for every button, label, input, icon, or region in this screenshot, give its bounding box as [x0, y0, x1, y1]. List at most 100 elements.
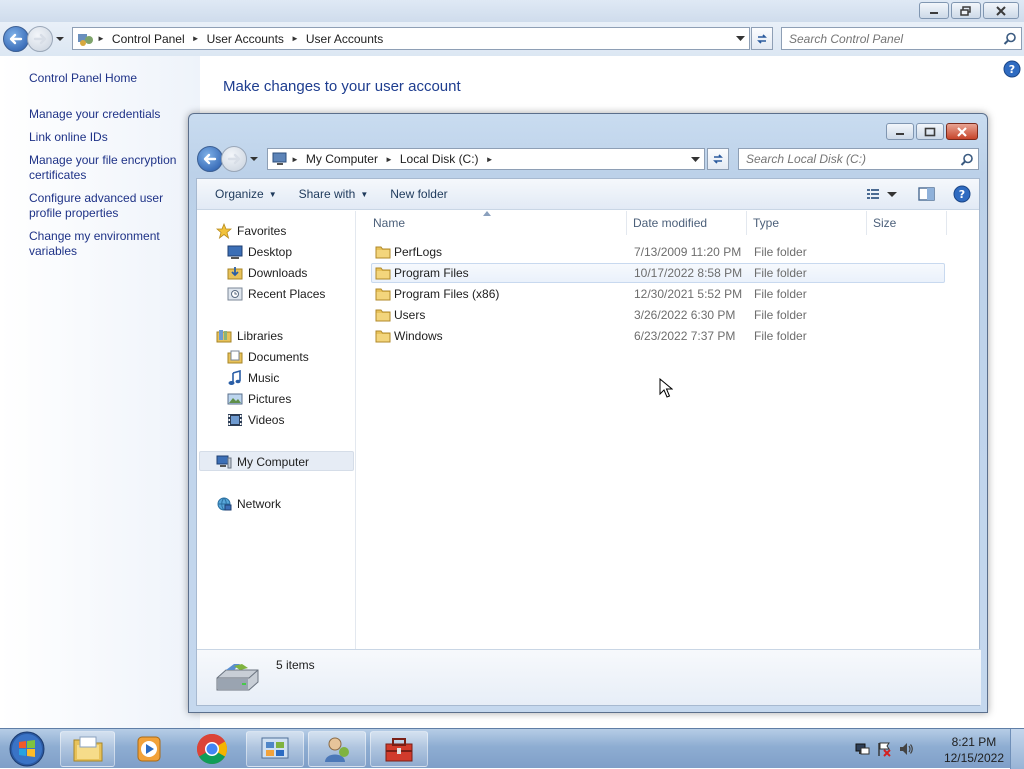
taskbar-clock[interactable]: 8:21 PM 12/15/2022 — [944, 734, 1004, 766]
nav-downloads-label: Downloads — [248, 265, 308, 280]
column-header-type[interactable]: Type — [747, 211, 867, 235]
nav-libraries[interactable]: Libraries — [216, 326, 283, 345]
share-with-button[interactable]: Share with ▼ — [288, 187, 380, 201]
help-icon[interactable]: ? — [1003, 60, 1021, 78]
recent-pages-dropdown-icon[interactable] — [55, 35, 65, 43]
file-name: Program Files — [394, 266, 469, 280]
ex-close-button[interactable] — [946, 123, 978, 140]
cp-search-input[interactable] — [789, 31, 1021, 46]
explorer-body: Organize ▼ Share with ▼ New folder ? Fav… — [196, 178, 981, 706]
cp-search-box[interactable] — [781, 27, 1022, 50]
taskbar-explorer[interactable] — [60, 731, 115, 767]
computer-icon — [272, 152, 287, 165]
ex-forward-button[interactable] — [221, 146, 247, 172]
clock-date: 12/15/2022 — [943, 751, 1004, 765]
ex-address-bar[interactable]: ► My Computer ► Local Disk (C:) ► — [267, 148, 705, 170]
new-folder-button[interactable]: New folder — [379, 187, 458, 201]
nav-downloads[interactable]: Downloads — [227, 263, 307, 282]
nav-videos-label: Videos — [248, 412, 285, 427]
forward-arrow-icon — [227, 153, 241, 165]
show-desktop-button[interactable] — [1010, 729, 1024, 769]
nav-pictures[interactable]: Pictures — [227, 389, 291, 408]
close-icon — [957, 126, 967, 137]
recent-pages-dropdown-icon[interactable] — [249, 155, 259, 163]
nav-desktop[interactable]: Desktop — [227, 242, 292, 261]
organize-button[interactable]: Organize ▼ — [204, 187, 288, 201]
link-environment-variables[interactable]: Change my environment variables — [29, 229, 189, 259]
forward-arrow-icon — [33, 33, 47, 45]
ex-minimize-button[interactable] — [886, 123, 914, 140]
taskbar-chrome[interactable] — [184, 731, 239, 767]
cp-refresh-button[interactable] — [751, 27, 773, 50]
cp-restore-button[interactable] — [951, 2, 981, 19]
file-row-hovered[interactable]: Program Files 10/17/2022 8:58 PM File fo… — [371, 263, 945, 283]
breadcrumb-user-accounts-current[interactable]: User Accounts — [301, 32, 388, 46]
search-icon[interactable] — [960, 153, 974, 167]
link-online-ids[interactable]: Link online IDs — [29, 130, 189, 145]
nav-recent-places[interactable]: Recent Places — [227, 284, 325, 303]
taskbar-toolbox[interactable] — [370, 731, 428, 767]
cp-address-bar[interactable]: ► Control Panel ► User Accounts ► User A… — [72, 27, 750, 50]
ex-search-box[interactable] — [738, 148, 979, 170]
computer-icon — [216, 455, 232, 468]
cp-back-button[interactable] — [3, 26, 29, 52]
network-status-icon[interactable] — [854, 741, 870, 757]
explorer-titlebar[interactable] — [189, 114, 987, 144]
column-header-date-modified[interactable]: Date modified — [627, 211, 747, 235]
explorer-icon — [73, 736, 102, 762]
organize-label: Organize — [215, 187, 264, 201]
minimize-icon — [930, 11, 938, 14]
link-manage-credentials[interactable]: Manage your credentials — [29, 107, 189, 122]
nav-my-computer[interactable]: My Computer — [216, 452, 309, 471]
user-accounts-icon — [325, 737, 349, 762]
file-row[interactable]: PerfLogs 7/13/2009 11:20 PM File folder — [371, 242, 945, 262]
address-dropdown-icon[interactable] — [736, 35, 745, 42]
volume-icon[interactable] — [898, 741, 914, 757]
link-advanced-profile[interactable]: Configure advanced user profile properti… — [29, 191, 189, 221]
folder-icon — [375, 330, 391, 343]
file-date: 7/13/2009 11:20 PM — [634, 245, 742, 259]
nav-favorites[interactable]: Favorites — [216, 221, 286, 240]
pictures-icon — [227, 393, 243, 404]
address-dropdown-icon[interactable] — [691, 156, 700, 163]
start-button[interactable] — [0, 731, 54, 767]
file-date: 3/26/2022 6:30 PM — [634, 308, 736, 322]
taskbar-user-accounts[interactable] — [308, 731, 366, 767]
taskbar-media-player[interactable] — [121, 731, 176, 767]
new-folder-label: New folder — [390, 187, 448, 201]
preview-pane-icon[interactable] — [917, 186, 937, 202]
cp-forward-button[interactable] — [27, 26, 53, 52]
back-arrow-icon — [203, 153, 217, 165]
folder-icon — [375, 288, 391, 301]
nav-videos[interactable]: Videos — [227, 410, 284, 429]
search-icon[interactable] — [1003, 32, 1017, 46]
cp-minimize-button[interactable] — [919, 2, 949, 19]
breadcrumb-my-computer[interactable]: My Computer — [301, 152, 383, 166]
ex-search-input[interactable] — [746, 152, 978, 166]
column-header-name[interactable]: Name — [367, 211, 627, 235]
link-file-encryption[interactable]: Manage your file encryption certificates — [29, 153, 189, 183]
ex-back-button[interactable] — [197, 146, 223, 172]
star-icon — [216, 222, 232, 239]
breadcrumb-control-panel[interactable]: Control Panel — [107, 32, 190, 46]
file-row[interactable]: Windows 6/23/2022 7:37 PM File folder — [371, 326, 945, 346]
ex-refresh-button[interactable] — [707, 148, 729, 170]
file-row[interactable]: Program Files (x86) 12/30/2021 5:52 PM F… — [371, 284, 945, 304]
link-control-panel-home[interactable]: Control Panel Home — [29, 71, 189, 86]
nav-music[interactable]: Music — [227, 368, 279, 387]
breadcrumb-local-disk[interactable]: Local Disk (C:) — [395, 152, 484, 166]
change-view-icon[interactable] — [865, 186, 883, 202]
refresh-icon — [713, 154, 723, 164]
file-row[interactable]: Users 3/26/2022 6:30 PM File folder — [371, 305, 945, 325]
breadcrumb-user-accounts[interactable]: User Accounts — [202, 32, 289, 46]
ex-maximize-button[interactable] — [916, 123, 944, 140]
cp-close-button[interactable] — [983, 2, 1019, 19]
help-icon[interactable]: ? — [953, 185, 971, 203]
nav-network[interactable]: Network — [216, 494, 281, 513]
view-options-dropdown-icon[interactable] — [885, 188, 899, 200]
column-header-size[interactable]: Size — [867, 211, 947, 235]
action-center-flag-icon[interactable] — [876, 741, 892, 757]
nav-documents[interactable]: Documents — [227, 347, 309, 366]
mouse-cursor-icon — [659, 378, 673, 398]
taskbar-control-panel[interactable] — [246, 731, 304, 767]
